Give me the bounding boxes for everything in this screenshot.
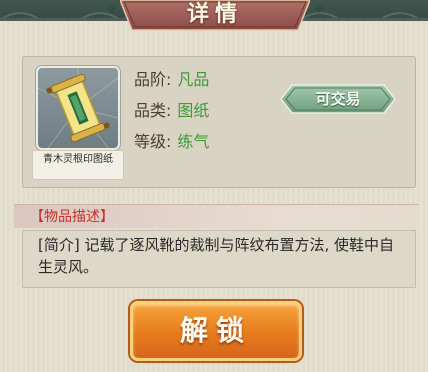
property-label: 品类: (134, 101, 172, 120)
description-text: [简介] 记载了逐风靴的裁制与阵纹布置方法, 使鞋中自生灵风。 (38, 236, 395, 276)
tradable-text: 可交易 (315, 90, 361, 108)
banner-ornament-left-icon: ❖ (106, 2, 117, 16)
item-name-label: 青木灵根印图纸 (32, 150, 124, 180)
property-row-category: 品类: 图纸 (134, 99, 209, 123)
description-header: 【物品描述】 (14, 204, 418, 228)
property-row-grade: 品阶: 凡品 (134, 68, 209, 92)
title-banner: ❖ ❖ 详情 (106, 0, 325, 32)
unlock-button[interactable]: 解锁 (130, 301, 302, 361)
description-title: 【物品描述】 (30, 209, 114, 225)
tradable-badge: 可交易 (280, 84, 396, 114)
item-icon-frame[interactable] (36, 66, 120, 150)
property-value: 图纸 (177, 101, 210, 120)
page-title: 详情 (186, 2, 243, 27)
property-row-level: 等级: 练气 (134, 130, 209, 154)
unlock-button-label: 解锁 (179, 314, 252, 347)
property-label: 品阶: (134, 70, 172, 89)
property-label: 等级: (134, 132, 172, 151)
property-value: 凡品 (177, 70, 210, 89)
scroll-icon (38, 68, 118, 148)
banner-ornament-right-icon: ❖ (314, 2, 325, 16)
property-value: 练气 (177, 132, 210, 151)
